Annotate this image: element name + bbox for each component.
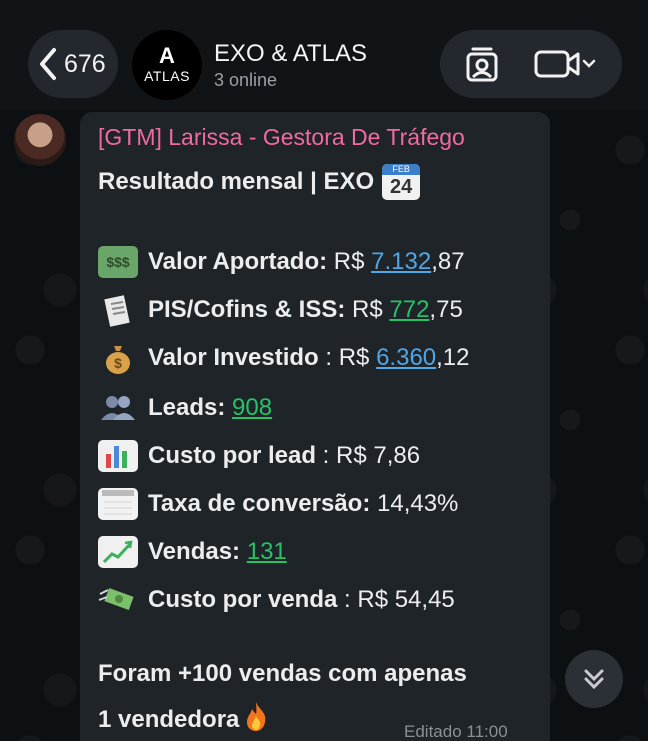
trend-up-icon xyxy=(98,536,138,568)
row-suffix: ,75 xyxy=(429,296,463,323)
edited-timestamp: Editado 11:00 xyxy=(404,722,508,741)
row-value: : R$ 54,45 xyxy=(337,586,455,613)
row-label: Valor Aportado: xyxy=(148,248,328,275)
message-headline: Resultado mensal | EXO FEB 24 xyxy=(98,164,421,200)
receipt-icon xyxy=(98,294,138,327)
row-value: 14,43% xyxy=(370,490,459,517)
row-suffix: ,87 xyxy=(431,248,465,275)
atlas-logo-letter: A xyxy=(159,43,175,68)
value-link[interactable]: 908 xyxy=(232,394,272,422)
row-prefix: R$ xyxy=(327,248,372,275)
calendar-month: FEB xyxy=(382,164,421,175)
row-prefix xyxy=(240,538,247,566)
value-link[interactable]: 772 xyxy=(389,296,429,324)
calendar-icon xyxy=(98,488,138,520)
row-valor-aportado: $$$ Valor Aportado: R$ 7.132,87 xyxy=(98,246,465,278)
money-bag-icon: $ xyxy=(98,342,138,374)
row-label: PIS/Cofins & ISS: xyxy=(148,296,346,323)
row-valor-investido: $ Valor Investido : R$ 6.360,12 xyxy=(98,342,470,374)
double-chevron-down-icon xyxy=(584,669,604,690)
atlas-logo-text: ATLAS xyxy=(144,68,190,84)
sender-avatar[interactable] xyxy=(14,114,66,166)
row-custo-por-lead: Custo por lead : R$ 7,86 xyxy=(98,440,420,472)
chat-title[interactable]: EXO & ATLAS xyxy=(214,40,367,68)
group-avatar[interactable]: A ATLAS xyxy=(132,30,202,100)
chevron-left-icon xyxy=(34,44,62,84)
back-button[interactable]: 676 xyxy=(28,30,118,98)
bar-chart-icon xyxy=(98,440,138,472)
row-label: Leads: xyxy=(148,394,226,421)
unread-count: 676 xyxy=(64,49,106,78)
calendar-date-icon: FEB 24 xyxy=(382,164,421,200)
money-bill-icon: $$$ xyxy=(98,246,138,278)
value-link[interactable]: 131 xyxy=(247,538,287,566)
calendar-day: 24 xyxy=(390,176,413,198)
row-pis-cofins: PIS/Cofins & ISS: R$ 772,75 xyxy=(98,294,463,327)
row-custo-por-venda: Custo por venda : R$ 54,45 xyxy=(98,584,455,616)
row-label: Vendas: xyxy=(148,538,241,565)
row-label: Valor Investido xyxy=(148,344,319,371)
online-status: 3 online xyxy=(214,70,278,90)
closing-text-1: Foram +100 vendas com apenas xyxy=(98,660,467,687)
video-camera-icon xyxy=(534,50,596,78)
row-label: Custo por venda xyxy=(148,586,338,613)
message-bubble[interactable] xyxy=(80,112,550,741)
row-value: : R$ 7,86 xyxy=(316,442,421,469)
row-leads: Leads: 908 xyxy=(98,392,272,424)
video-call-button[interactable] xyxy=(532,44,602,84)
row-vendas: Vendas: 131 xyxy=(98,536,287,568)
row-label: Custo por lead xyxy=(148,442,317,469)
svg-text:$: $ xyxy=(114,355,122,371)
scroll-down-button[interactable] xyxy=(565,650,623,708)
contact-card-button[interactable] xyxy=(460,44,504,84)
headline-text: Resultado mensal | EXO xyxy=(98,168,375,195)
value-link[interactable]: 7.132 xyxy=(371,248,431,276)
closing-line-1: Foram +100 vendas com apenas xyxy=(98,660,467,688)
row-prefix: R$ xyxy=(345,296,390,323)
contact-card-icon xyxy=(466,47,498,82)
sender-name[interactable]: [GTM] Larissa - Gestora De Tráfego xyxy=(98,124,465,151)
row-label: Taxa de conversão: xyxy=(148,490,371,517)
value-link[interactable]: 6.360 xyxy=(376,344,436,372)
row-taxa-conversao: Taxa de conversão: 14,43% xyxy=(98,488,458,520)
row-prefix xyxy=(225,394,232,422)
flying-money-icon xyxy=(98,584,138,616)
header-actions xyxy=(440,30,622,98)
row-prefix: : R$ xyxy=(318,344,377,371)
closing-text-2: 1 vendedora xyxy=(98,705,240,733)
closing-line-2: 1 vendedora xyxy=(98,700,271,739)
people-icon xyxy=(98,392,138,424)
chat-header: 676 A ATLAS EXO & ATLAS 3 online xyxy=(0,0,648,110)
fire-icon xyxy=(241,700,271,739)
row-suffix: ,12 xyxy=(436,344,470,371)
